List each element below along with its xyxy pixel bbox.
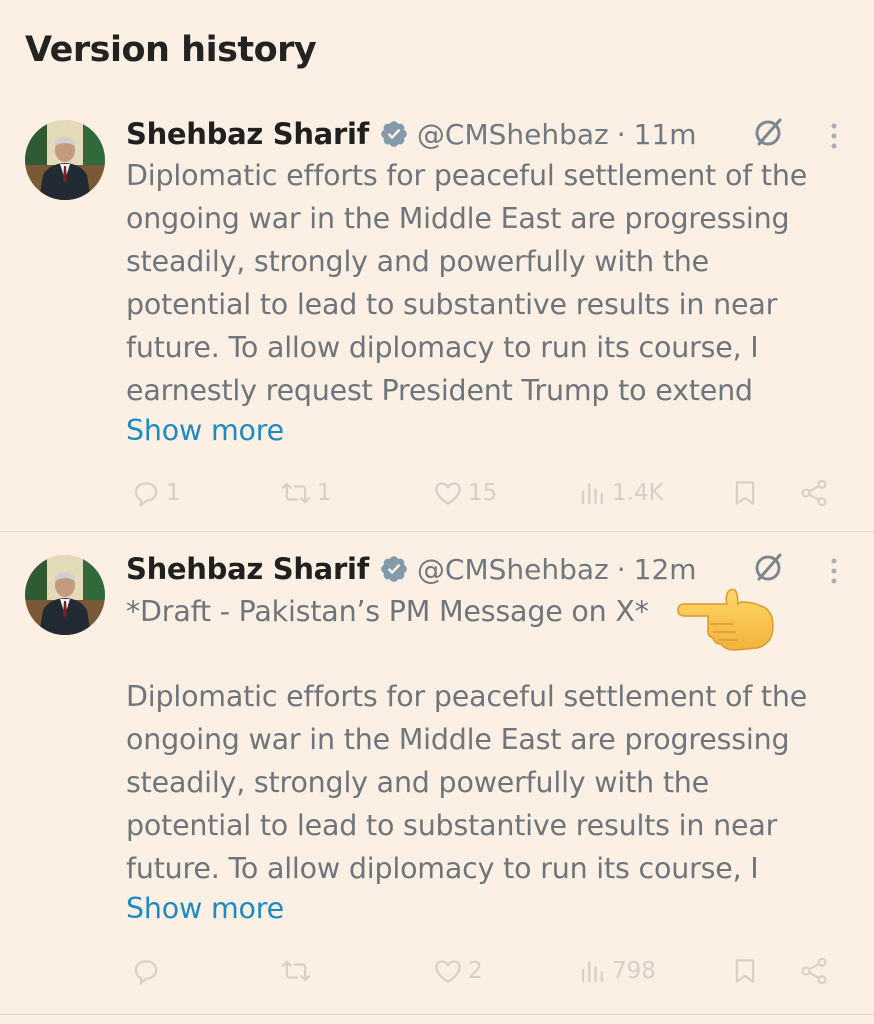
views-icon bbox=[578, 477, 608, 509]
separator-dot: · bbox=[616, 552, 626, 586]
views-count: 1.4K bbox=[612, 480, 664, 506]
repost-count: 1 bbox=[317, 480, 332, 506]
author-handle[interactable]: @CMShehbaz bbox=[417, 118, 609, 151]
reply-icon bbox=[130, 477, 162, 509]
like-count: 2 bbox=[468, 958, 483, 984]
avatar[interactable] bbox=[25, 120, 105, 200]
edit-history-icon[interactable] bbox=[750, 114, 786, 150]
bookmark-icon bbox=[730, 955, 760, 987]
author-name[interactable]: Shehbaz Sharif bbox=[126, 552, 369, 586]
more-options-icon[interactable] bbox=[824, 118, 844, 154]
text-line: ongoing war in the Middle East are progr… bbox=[126, 723, 790, 756]
text-line: potential to lead to substantive results… bbox=[126, 288, 778, 321]
draft-label: *Draft - Pakistan’s PM Message on X* bbox=[126, 595, 649, 628]
tweet-header: Shehbaz Sharif @CMShehbaz · 12m bbox=[126, 548, 697, 590]
share-icon bbox=[798, 477, 830, 509]
like-icon bbox=[432, 477, 464, 509]
version-history-page: Version history Shehbaz Sharif @CMShehba… bbox=[0, 0, 874, 1024]
text-line: Diplomatic efforts for peaceful settleme… bbox=[126, 680, 808, 713]
pointing-hand-emoji bbox=[675, 580, 780, 655]
tweet-actions: 2 798 bbox=[0, 951, 874, 991]
author-name[interactable]: Shehbaz Sharif bbox=[126, 117, 369, 151]
like-count: 15 bbox=[468, 480, 498, 506]
separator-dot: · bbox=[616, 117, 626, 151]
text-line: future. To allow diplomacy to run its co… bbox=[126, 852, 759, 885]
page-title: Version history bbox=[25, 30, 317, 70]
verified-badge-icon bbox=[379, 119, 409, 149]
timestamp[interactable]: 11m bbox=[634, 118, 697, 151]
text-line: steadily, strongly and powerfully with t… bbox=[126, 766, 710, 799]
like-button[interactable]: 2 bbox=[432, 951, 483, 991]
more-options-icon[interactable] bbox=[824, 553, 844, 589]
views-count: 798 bbox=[612, 958, 656, 984]
views-button[interactable]: 798 bbox=[578, 951, 656, 991]
avatar[interactable] bbox=[25, 555, 105, 635]
show-more-link[interactable]: Show more bbox=[126, 414, 284, 447]
text-line: earnestly request President Trump to ext… bbox=[126, 374, 753, 407]
share-button[interactable] bbox=[798, 951, 830, 991]
text-line: future. To allow diplomacy to run its co… bbox=[126, 331, 759, 364]
like-icon bbox=[432, 955, 464, 987]
bookmark-button[interactable] bbox=[730, 951, 760, 991]
repost-icon bbox=[279, 955, 313, 987]
reply-count: 1 bbox=[166, 480, 181, 506]
text-line: ongoing war in the Middle East are progr… bbox=[126, 202, 790, 235]
share-icon bbox=[798, 955, 830, 987]
tweet-text: Diplomatic efforts for peaceful settleme… bbox=[126, 675, 851, 890]
share-button[interactable] bbox=[798, 473, 830, 513]
divider bbox=[0, 531, 874, 532]
repost-button[interactable]: 1 bbox=[279, 473, 332, 513]
bookmark-button[interactable] bbox=[730, 473, 760, 513]
verified-badge-icon bbox=[379, 554, 409, 584]
author-handle[interactable]: @CMShehbaz bbox=[417, 553, 609, 586]
repost-icon bbox=[279, 477, 313, 509]
reply-button[interactable]: 1 bbox=[130, 473, 181, 513]
tweet-header: Shehbaz Sharif @CMShehbaz · 11m bbox=[126, 113, 697, 155]
tweet-version-original[interactable]: Shehbaz Sharif @CMShehbaz · 12m *Draft -… bbox=[0, 545, 874, 1015]
bookmark-icon bbox=[730, 477, 760, 509]
views-icon bbox=[578, 955, 608, 987]
tweet-version-latest[interactable]: Shehbaz Sharif @CMShehbaz · 11m Diplomat… bbox=[0, 110, 874, 530]
repost-button[interactable] bbox=[279, 951, 317, 991]
tweet-actions: 1 1 15 1.4K bbox=[0, 473, 874, 513]
text-line: Diplomatic efforts for peaceful settleme… bbox=[126, 159, 808, 192]
reply-button[interactable] bbox=[130, 951, 166, 991]
text-line: steadily, strongly and powerfully with t… bbox=[126, 245, 710, 278]
like-button[interactable]: 15 bbox=[432, 473, 497, 513]
views-button[interactable]: 1.4K bbox=[578, 473, 664, 513]
show-more-link[interactable]: Show more bbox=[126, 892, 284, 925]
tweet-text: Diplomatic efforts for peaceful settleme… bbox=[126, 154, 851, 412]
divider bbox=[0, 1014, 874, 1015]
text-line: potential to lead to substantive results… bbox=[126, 809, 778, 842]
reply-icon bbox=[130, 955, 162, 987]
